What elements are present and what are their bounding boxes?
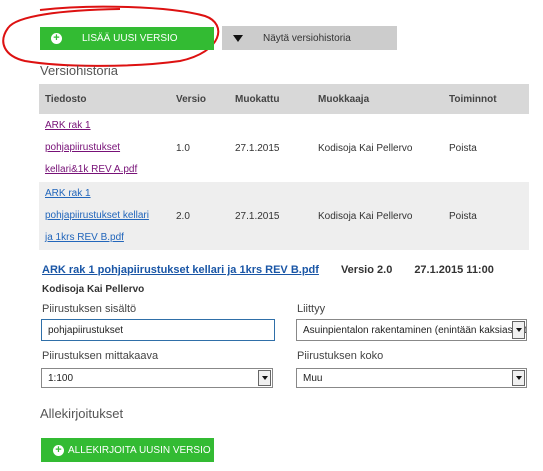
column-header-editor: Muokkaaja: [312, 84, 443, 114]
detail-version: Versio 2.0: [340, 264, 393, 276]
show-history-button[interactable]: Näytä versiohistoria: [222, 26, 397, 50]
plus-icon: +: [51, 33, 62, 44]
file-cell: ARK rak 1 pohjapiirustukset kellari&1k R…: [39, 114, 170, 182]
attach-select[interactable]: Asuinpientalon rakentaminen (enintään ka…: [296, 319, 527, 341]
size-value: Muu: [303, 372, 323, 384]
add-version-button[interactable]: + LISÄÄ UUSI VERSIO: [40, 27, 214, 50]
delete-action[interactable]: Poista: [443, 114, 529, 182]
content-label: Piirustuksen sisältö: [42, 303, 137, 315]
add-version-label: LISÄÄ UUSI VERSIO: [82, 33, 178, 44]
scale-value: 1:100: [48, 372, 74, 384]
file-cell: ARK rak 1 pohjapiirustukset kellari ja 1…: [39, 182, 170, 250]
size-select[interactable]: Muu: [296, 368, 527, 388]
version-table: Tiedosto Versio Muokattu Muokkaaja Toimi…: [39, 84, 529, 250]
size-label: Piirustuksen koko: [297, 350, 384, 362]
column-header-file: Tiedosto: [39, 84, 170, 114]
chevron-down-icon: [512, 370, 525, 386]
triangle-down-icon: [233, 34, 243, 42]
detail-file-link[interactable]: ARK rak 1 pohjapiirustukset kellari ja 1…: [42, 264, 319, 276]
attach-label: Liittyy: [297, 303, 326, 315]
scale-label: Piirustuksen mittakaava: [42, 350, 159, 362]
detail-user: Kodisoja Kai Pellervo: [42, 284, 145, 295]
table-row: ARK rak 1 pohjapiirustukset kellari ja 1…: [39, 182, 529, 250]
column-header-modified: Muokattu: [229, 84, 312, 114]
modified-cell: 27.1.2015: [229, 114, 312, 182]
show-history-label: Näytä versiohistoria: [263, 32, 351, 44]
history-title: Versiohistoria: [40, 63, 119, 78]
chevron-down-icon: [512, 321, 525, 339]
signatures-title: Allekirjoitukset: [40, 406, 124, 421]
file-link[interactable]: ARK rak 1 pohjapiirustukset kellari&1k R…: [45, 115, 145, 181]
sign-version-button[interactable]: + ALLEKIRJOITA UUSIN VERSIO: [41, 438, 214, 462]
content-input[interactable]: pohjapiirustukset: [41, 319, 275, 341]
sign-version-label: ALLEKIRJOITA UUSIN VERSIO: [68, 444, 211, 456]
detail-header: ARK rak 1 pohjapiirustukset kellari ja 1…: [42, 264, 494, 276]
delete-action[interactable]: Poista: [443, 182, 529, 250]
plus-icon: +: [53, 444, 64, 456]
scale-select[interactable]: 1:100: [41, 368, 273, 388]
file-link[interactable]: ARK rak 1 pohjapiirustukset kellari ja 1…: [45, 183, 149, 249]
editor-cell: Kodisoja Kai Pellervo: [312, 182, 443, 250]
editor-cell: Kodisoja Kai Pellervo: [312, 114, 443, 182]
column-header-actions: Toiminnot: [443, 84, 529, 114]
chevron-down-icon: [258, 370, 271, 386]
table-row: ARK rak 1 pohjapiirustukset kellari&1k R…: [39, 114, 529, 182]
version-cell: 2.0: [170, 182, 229, 250]
detail-datetime: 27.1.2015 11:00: [414, 264, 494, 276]
table-header-row: Tiedosto Versio Muokattu Muokkaaja Toimi…: [39, 84, 529, 114]
modified-cell: 27.1.2015: [229, 182, 312, 250]
content-value: pohjapiirustukset: [48, 324, 124, 336]
attach-value: Asuinpientalon rakentaminen (enintään ka…: [303, 324, 527, 336]
version-cell: 1.0: [170, 114, 229, 182]
column-header-version: Versio: [170, 84, 229, 114]
